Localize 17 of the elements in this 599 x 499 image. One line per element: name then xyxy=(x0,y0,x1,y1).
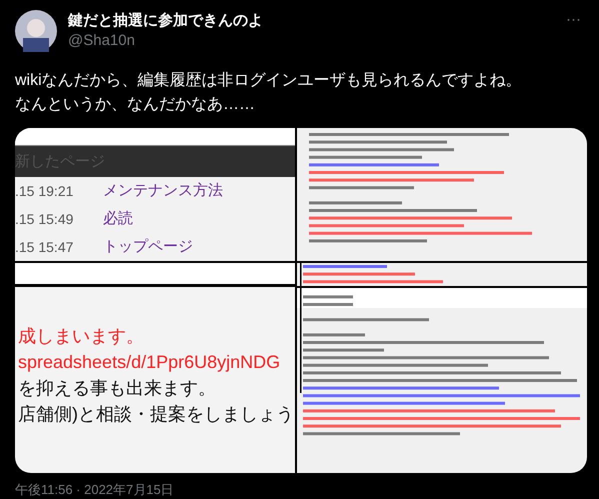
tweet-text: なんというか、なんだかなあ…… xyxy=(15,95,256,115)
page-link[interactable]: 必読 xyxy=(103,208,133,230)
timestamp[interactable]: 午後11:56 · 2022年7月15日 xyxy=(15,482,584,498)
tweet-text: wikiなんだから、編集履歴は非ログインユーザも見られるんですよね。 xyxy=(15,70,523,91)
edit-time: .15 15:47 xyxy=(15,238,74,256)
page-link[interactable]: トップページ xyxy=(103,236,193,258)
author-name[interactable]: 鍵だと抽選に参加できんのよ xyxy=(68,11,263,31)
page-link[interactable]: メンテナンス方法 xyxy=(103,180,223,202)
more-button[interactable]: ··· xyxy=(566,10,581,30)
avatar[interactable] xyxy=(15,10,57,52)
edit-time: .15 15:49 xyxy=(15,210,74,228)
author-handle[interactable]: @Sha10n xyxy=(68,31,263,51)
wiki-text: 店舗側)と相談・提案をしましょう xyxy=(18,403,295,426)
wiki-text: 成しまいます。 xyxy=(18,325,145,348)
wiki-text: spreadsheets/d/1Ppr6U8yjnNDG xyxy=(18,351,282,374)
wiki-text: を抑える事も出来ます。 xyxy=(18,377,217,400)
edit-time: .15 19:21 xyxy=(15,182,74,200)
